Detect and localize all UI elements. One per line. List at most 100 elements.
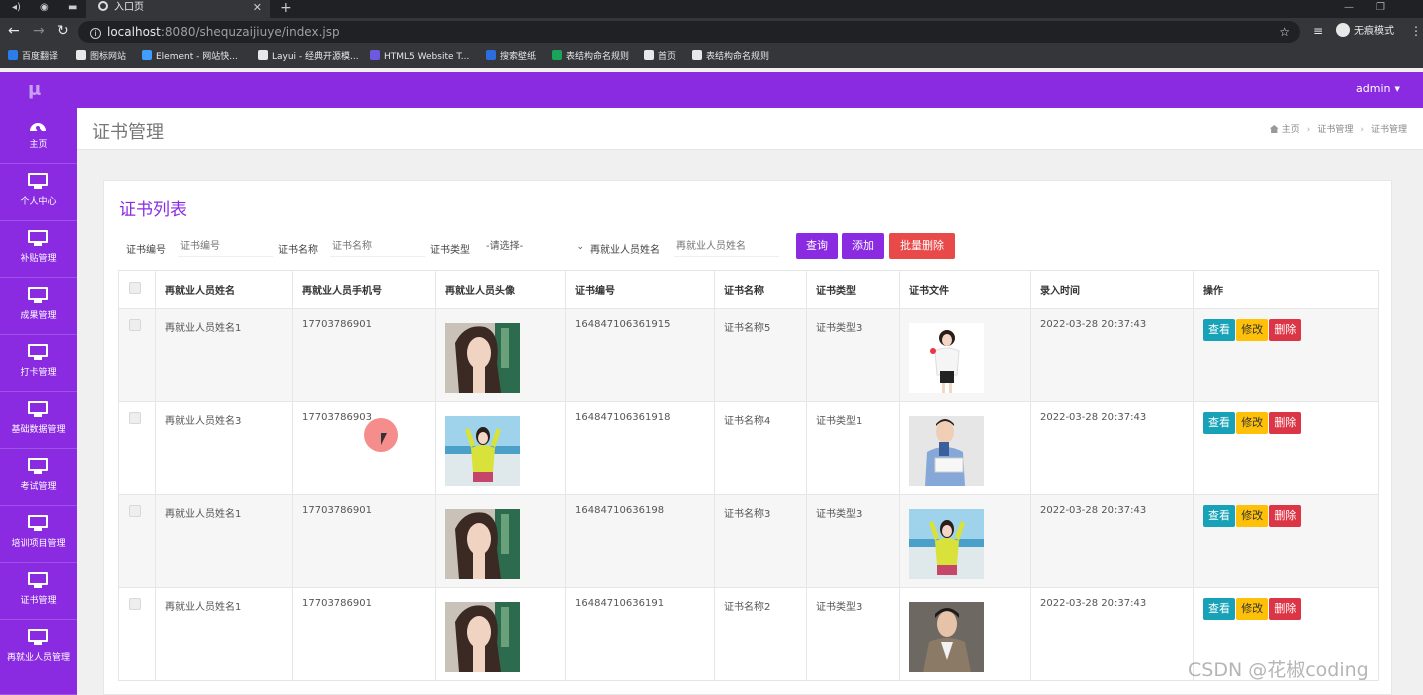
bookmark-item[interactable]: 表结构命名规则 [552,50,629,64]
bookmark-item[interactable]: Element - 网站快... [142,50,238,64]
minimize-icon[interactable]: — [1344,0,1354,16]
man-reading-book-image[interactable] [909,416,984,486]
row-checkbox[interactable] [129,505,141,517]
delete-button[interactable]: 删除 [1269,319,1302,341]
edit-button[interactable]: 修改 [1236,598,1269,620]
batch-delete-button[interactable]: 批量删除 [889,233,955,259]
sidebar-item-personal-center[interactable]: 个人中心 [0,165,77,221]
cell-cert-type: 证书类型1 [806,401,900,495]
sidebar-item-reemployed[interactable]: 再就业人员管理 [0,621,77,695]
view-button[interactable]: 查看 [1203,598,1235,620]
sidebar-item-home[interactable]: 主页 [0,108,77,164]
sidebar-item-basic-data[interactable]: 基础数据管理 [0,393,77,449]
sidebar-item-label: 主页 [29,140,48,150]
monitor-icon [28,458,48,474]
edit-button[interactable]: 修改 [1236,319,1269,341]
search-button[interactable]: 查询 [796,233,838,259]
bookmark-item[interactable]: 表结构命名规则 [692,50,769,64]
sidebar-item-training[interactable]: 培训项目管理 [0,507,77,563]
cell-cert-no: 164847106361918 [565,401,715,495]
cell-cert-file [899,494,1031,588]
sidebar-item-achievement[interactable]: 成果管理 [0,279,77,335]
sidebar-item-certificate[interactable]: 证书管理 [0,564,77,620]
close-tab-icon[interactable]: ✕ [253,0,262,16]
sidebar-item-label: 打卡管理 [20,368,57,378]
row-select-cell [118,494,156,588]
view-button[interactable]: 查看 [1203,505,1235,527]
row-checkbox[interactable] [129,598,141,610]
bookmark-item[interactable]: 首页 [644,50,676,64]
yellow-sweater-woman-image[interactable] [909,509,984,579]
woman-white-shirt-image[interactable] [909,323,984,393]
user-menu[interactable]: admin ▼ [1356,82,1400,95]
window-icon[interactable]: ▬ [68,2,77,13]
sidebar-item-label: 补贴管理 [20,254,57,264]
cert-type-value: -请选择- [486,241,524,252]
select-all-checkbox[interactable] [129,282,141,294]
breadcrumb-home[interactable]: 主页 [1282,125,1300,135]
reload-icon[interactable]: ↻ [57,23,69,39]
restore-icon[interactable]: ❐ [1376,0,1385,16]
row-select-cell [118,308,156,402]
view-button[interactable]: 查看 [1203,319,1235,341]
portrait-woman-image[interactable] [445,509,520,579]
portrait-woman-image[interactable] [445,602,520,672]
back-icon[interactable]: ← [8,23,20,39]
flag-icon [76,50,86,60]
man-coat-image[interactable] [909,602,984,672]
bookmark-item[interactable]: Layui - 经典开源模... [258,50,359,64]
row-checkbox[interactable] [129,319,141,331]
cert-type-select[interactable]: -请选择- ⌄ [481,237,586,257]
home-icon [1269,125,1279,133]
card-title: 证书列表 [119,200,187,220]
audio-icon[interactable]: ◂) [12,2,21,13]
edit-button[interactable]: 修改 [1236,505,1269,527]
bookmark-item[interactable]: HTML5 Website T... [370,50,469,64]
row-checkbox[interactable] [129,412,141,424]
portrait-woman-image[interactable] [445,323,520,393]
cell-phone: 17703786901 [292,308,436,402]
browser-menu-icon[interactable]: ⋮ [1410,23,1422,39]
sidebar-item-checkin[interactable]: 打卡管理 [0,336,77,392]
cell-cert-file [899,587,1031,681]
sidebar-item-exam[interactable]: 考试管理 [0,450,77,506]
incognito-indicator[interactable]: 无痕模式 [1336,23,1394,40]
bookmark-item[interactable]: 搜索壁纸 [486,50,536,64]
reading-list-icon[interactable]: ≡ [1313,23,1323,39]
new-tab-icon[interactable]: + [280,0,292,16]
cert-no-label: 证书编号 [126,245,166,256]
sidebar: 主页 个人中心 补贴管理 成果管理 打卡管理 基础数据管理 考试管理 培训项目管… [0,108,77,695]
bookmark-item[interactable]: 百度翻译 [8,50,58,64]
browser-globe-icon[interactable]: ◉ [40,2,49,13]
app-logo[interactable]: μ [28,81,41,99]
cell-time: 2022-03-28 20:37:43 [1030,401,1194,495]
bookmark-star-icon[interactable]: ☆ [1279,21,1290,43]
view-button[interactable]: 查看 [1203,412,1235,434]
forward-icon[interactable]: → [33,23,45,39]
yellow-sweater-woman-image[interactable] [445,416,520,486]
bookmark-item[interactable]: 图标网站 [76,50,126,64]
site-info-icon[interactable]: i [90,28,101,39]
breadcrumb-item[interactable]: 证书管理 [1317,125,1353,135]
sidebar-item-label: 考试管理 [20,482,57,492]
select-all-cell [118,270,156,309]
address-bar[interactable]: i localhost:8080/shequzaijiuye/index.jsp … [78,21,1300,43]
bookmark-label: 表结构命名规则 [706,52,770,62]
cell-phone: 17703786901 [292,494,436,588]
user-name: admin [1356,82,1391,95]
delete-button[interactable]: 删除 [1269,412,1302,434]
cert-no-input[interactable] [178,237,273,257]
cell-avatar [435,401,566,495]
delete-button[interactable]: 删除 [1269,505,1302,527]
delete-button[interactable]: 删除 [1269,598,1302,620]
tab-entry-page[interactable]: 入口页 ✕ [86,0,270,18]
cert-name-label: 证书名称 [278,245,318,256]
sidebar-item-subsidy[interactable]: 补贴管理 [0,222,77,278]
cert-name-input[interactable] [330,237,425,257]
edit-button[interactable]: 修改 [1236,412,1269,434]
person-name-input[interactable] [674,237,779,257]
cell-cert-no: 164847106361915 [565,308,715,402]
add-button[interactable]: 添加 [842,233,884,259]
bookmark-label: 图标网站 [90,52,127,62]
url-path: :8080/shequzaijiuye/index.jsp [160,25,340,39]
